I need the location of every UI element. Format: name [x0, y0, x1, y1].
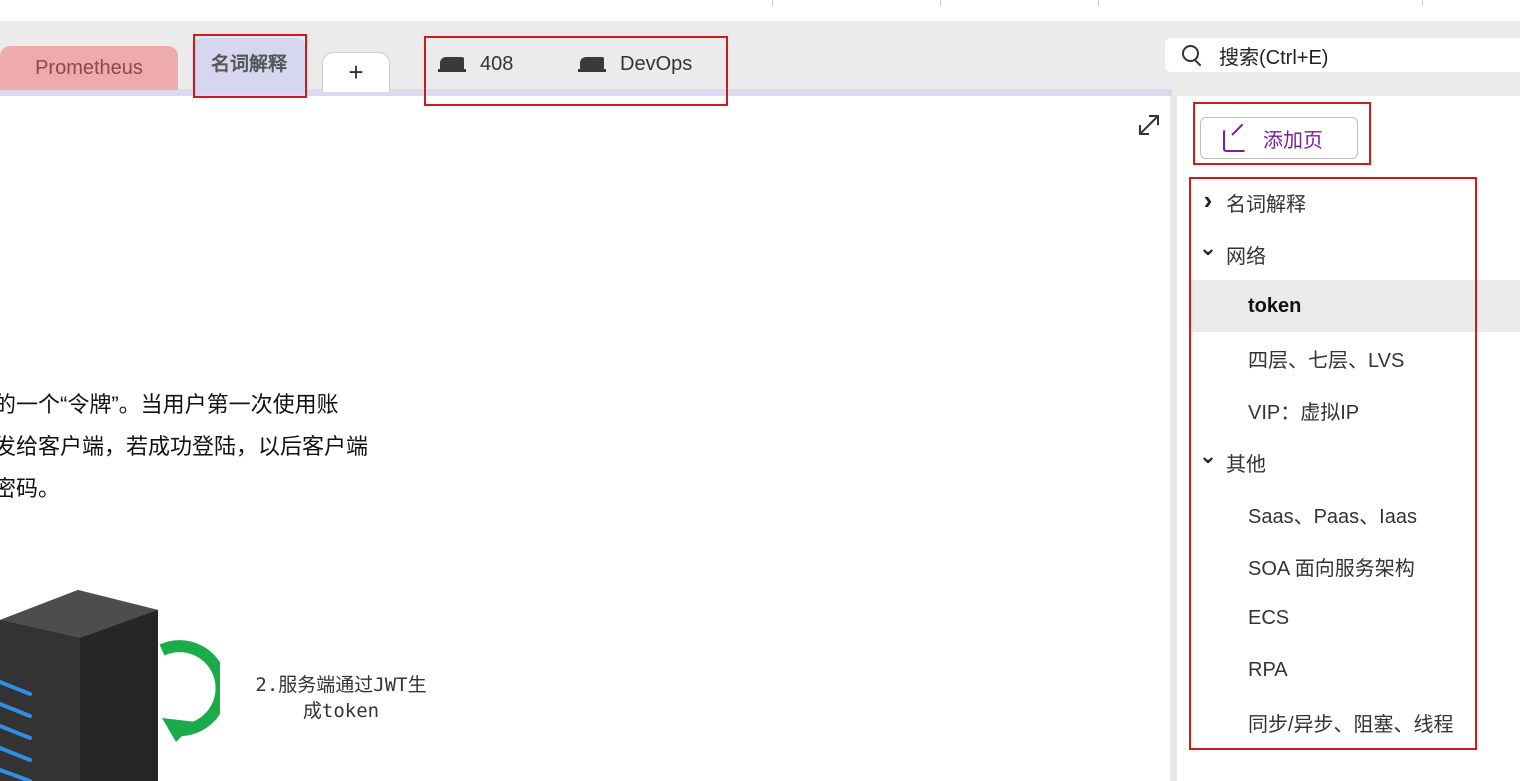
notebook-link-devops[interactable]: DevOps [578, 48, 692, 80]
notebook-label: 408 [480, 52, 514, 75]
note-line: 密码。 [0, 476, 61, 501]
edit-icon [1223, 126, 1247, 152]
tree-item-label: ECS [1248, 606, 1290, 629]
note-line: 发给客户端，若成功登陆，以后客户端 [0, 434, 369, 459]
tree-item-label: token [1248, 294, 1302, 317]
note-paragraph: 的一个“令牌”。当用户第一次使用账 发给客户端，若成功登陆，以后客户端 密码。 [0, 384, 414, 510]
notebook-label: DevOps [620, 52, 693, 75]
page-item-saas[interactable]: Saas、Paas、Iaas [1190, 488, 1520, 540]
ribbon-separator [1098, 0, 1099, 6]
tree-item-label: 四层、七层、LVS [1248, 349, 1405, 372]
page-item-lvs[interactable]: 四层、七层、LVS [1190, 332, 1520, 384]
page-item-sync-async[interactable]: 同步/异步、阻塞、线程 [1190, 696, 1520, 748]
add-section-button[interactable]: + [322, 52, 390, 92]
tab-label: 名词解释 [210, 53, 287, 75]
expand-glyph [1139, 115, 1159, 135]
pane-divider[interactable] [1170, 96, 1177, 781]
notebook-icon [438, 54, 468, 74]
notebook-icon [578, 54, 608, 74]
tree-item-label: 网络 [1226, 245, 1266, 268]
ribbon-separator [772, 0, 773, 6]
tree-item-label: RPA [1248, 658, 1288, 681]
ribbon-strip [0, 0, 1520, 22]
caption-line: 2.服务端通过JWT生 [255, 674, 427, 696]
tab-glossary[interactable]: 名词解释 [192, 38, 306, 94]
tree-item-label: Saas、Paas、Iaas [1248, 505, 1417, 528]
active-tab-underline [0, 89, 1172, 96]
caption-line: 成token [302, 700, 380, 722]
page-item-rpa[interactable]: RPA [1190, 644, 1520, 696]
notebook-link-408[interactable]: 408 [438, 48, 513, 80]
tree-item-label: VIP：虚拟IP [1248, 401, 1360, 424]
page-item-token[interactable]: token [1190, 280, 1520, 332]
ribbon-separator [1422, 0, 1423, 6]
tree-item-label: 同步/异步、阻塞、线程 [1248, 713, 1454, 736]
page-item-soa[interactable]: SOA 面向服务架构 [1190, 540, 1520, 592]
add-page-label: 添加页 [1263, 129, 1323, 152]
chevron-down-icon [1190, 241, 1226, 267]
note-line: 的一个“令牌”。当用户第一次使用账 [0, 392, 339, 417]
section-item-network[interactable]: 网络 [1190, 228, 1520, 280]
page-item-vip[interactable]: VIP：虚拟IP [1190, 384, 1520, 436]
search-box[interactable]: 搜索(Ctrl+E) [1165, 38, 1520, 72]
expand-icon[interactable] [1136, 112, 1162, 138]
page-item-ecs[interactable]: ECS [1190, 592, 1520, 644]
tab-label: Prometheus [35, 56, 143, 79]
tab-prometheus[interactable]: Prometheus [0, 46, 178, 90]
search-icon [1181, 44, 1203, 66]
ribbon-separator [940, 0, 941, 6]
add-page-button[interactable]: 添加页 [1200, 117, 1358, 159]
section-item-other[interactable]: 其他 [1190, 436, 1520, 488]
chevron-right-icon [1190, 187, 1226, 218]
server-image [0, 590, 228, 781]
search-label: 搜索(Ctrl+E) [1219, 46, 1329, 69]
tree-item-label: SOA 面向服务架构 [1248, 557, 1415, 580]
plus-icon: + [348, 57, 364, 87]
chevron-down-icon [1190, 449, 1226, 475]
tree-item-label: 其他 [1226, 453, 1266, 476]
tree-item-label: 名词解释 [1226, 193, 1306, 216]
diagram-caption: 2.服务端通过JWT生 成token [236, 672, 446, 724]
section-item-glossary[interactable]: 名词解释 [1190, 176, 1520, 228]
